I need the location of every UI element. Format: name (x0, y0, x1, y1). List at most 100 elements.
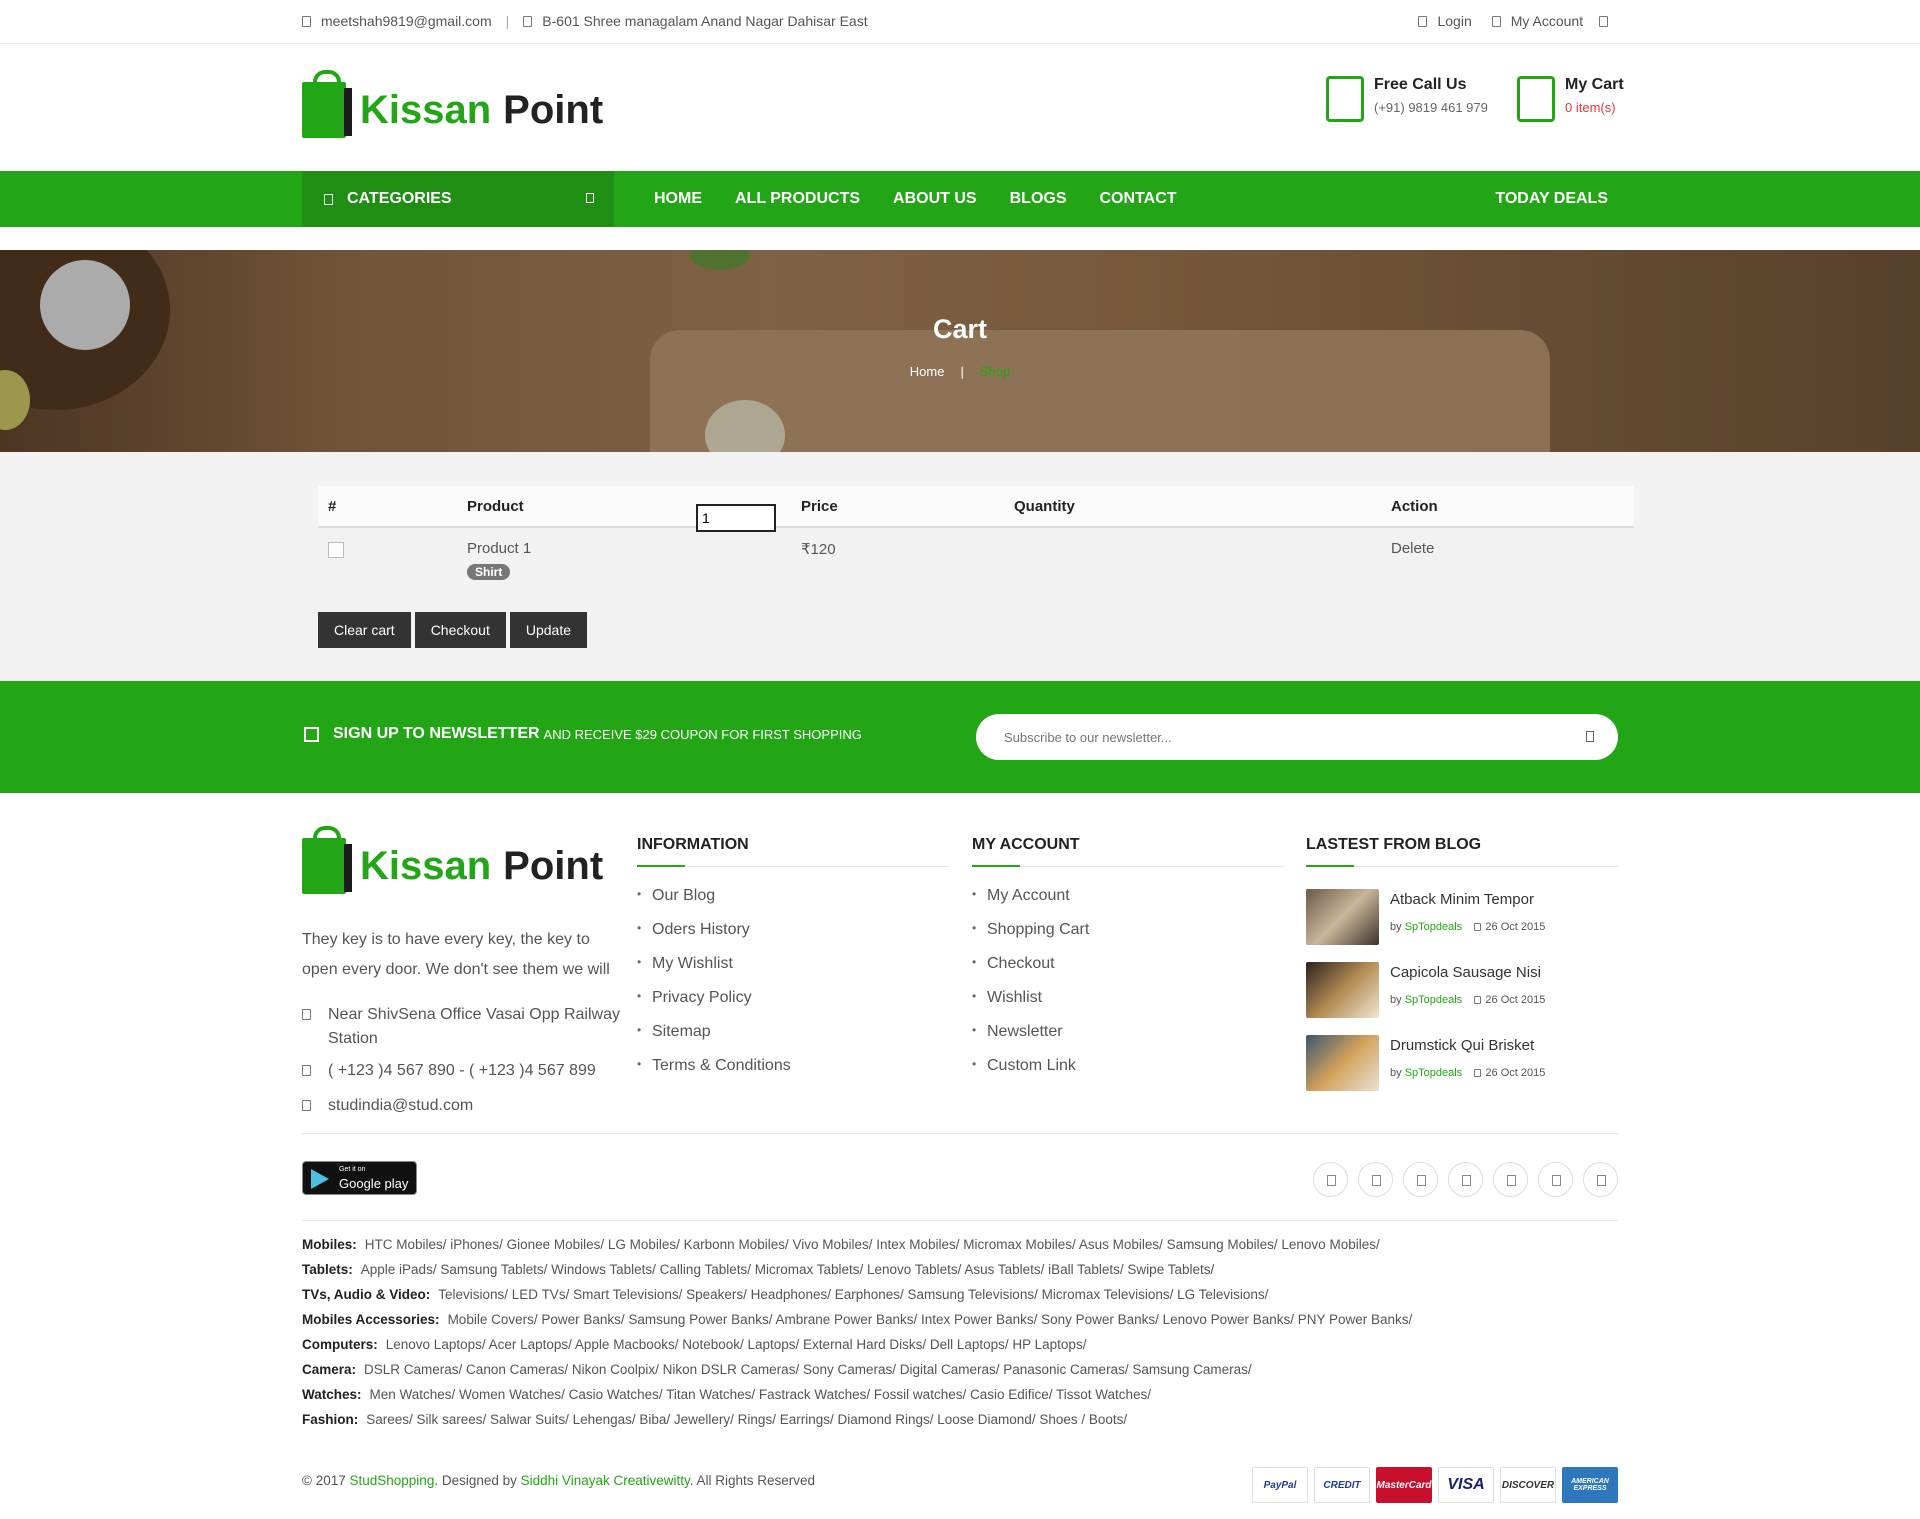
table-row: Product 1 Shirt ₹120 Delete (318, 528, 1634, 608)
phone-icon (302, 1065, 311, 1076)
blog-post[interactable]: Atback Minim Tempor by SpTopdeals 26 Oct… (1306, 889, 1618, 962)
chevron-down-icon (1599, 16, 1608, 27)
category-links: Mobiles: HTC Mobiles/ iPhones/ Gionee Mob… (302, 1237, 1618, 1437)
calendar-icon (1474, 923, 1482, 931)
social-links (1313, 1162, 1618, 1197)
page-banner: Cart Home | Shop (0, 250, 1920, 452)
footer-link-privacy-policy[interactable]: Privacy Policy (637, 989, 949, 1023)
link-row-tvs: TVs, Audio & Video: Televisions/ LED TVs/… (302, 1287, 1269, 1302)
google-play-badge[interactable]: Get it on Google play (302, 1161, 417, 1195)
instagram-icon[interactable] (1538, 1162, 1573, 1197)
divider (302, 1220, 1618, 1221)
footer-information: INFORMATION Our Blog Oders History My Wi… (637, 836, 949, 1091)
link-row-accessories: Mobiles Accessories: Mobile Covers/ Power… (302, 1312, 1413, 1327)
payment-methods: PayPal CREDIT MasterCard VISA DISCOVER A… (1252, 1467, 1618, 1503)
categories-dropdown[interactable]: CATEGORIES (302, 171, 614, 227)
cart-table: # Product Price Quantity Action Product … (318, 486, 1634, 608)
map-marker-icon (523, 16, 533, 27)
mastercard-icon: MasterCard (1376, 1467, 1432, 1503)
email-contact[interactable]: meetshah9819@gmail.com (302, 13, 492, 29)
footer-link-custom-link[interactable]: Custom Link (972, 1057, 1284, 1091)
footer-logo[interactable]: Kissan Point (302, 826, 603, 894)
address-contact: B-601 Shree managalam Anand Nagar Dahisa… (523, 13, 868, 29)
paypal-icon: PayPal (1252, 1467, 1308, 1503)
blog-thumbnail (1306, 1035, 1379, 1091)
newsletter-email-input[interactable] (976, 714, 1618, 760)
free-call-block: Free Call Us (+91) 9819 461 979 (1326, 76, 1488, 122)
envelope-icon (302, 16, 311, 27)
blog-post[interactable]: Drumstick Qui Brisket by SpTopdeals 26 O… (1306, 1035, 1618, 1108)
link-row-camera: Camera: DSLR Cameras/ Canon Cameras/ Niko… (302, 1362, 1252, 1377)
blog-title[interactable]: Capicola Sausage Nisi (1390, 964, 1541, 981)
page-title: Cart (932, 314, 987, 344)
rss-icon[interactable] (1583, 1162, 1618, 1197)
divider (302, 1133, 1618, 1134)
checkout-button[interactable]: Checkout (414, 612, 506, 648)
blog-thumbnail (1306, 962, 1379, 1018)
nav-home[interactable]: HOME (654, 190, 702, 208)
footer-link-orders-history[interactable]: Oders History (637, 921, 949, 955)
mini-cart[interactable]: My Cart 0 item(s) (1517, 76, 1624, 122)
envelope-icon (302, 1100, 311, 1111)
breadcrumb-home[interactable]: Home (910, 364, 945, 379)
blog-title[interactable]: Atback Minim Tempor (1390, 891, 1534, 908)
blog-thumbnail (1306, 889, 1379, 945)
product-tag-badge: Shirt (467, 564, 511, 580)
my-account-heading: MY ACCOUNT (972, 836, 1284, 867)
phone-chat-icon (1326, 76, 1364, 122)
paypal-credit-icon: CREDIT (1314, 1467, 1370, 1503)
amex-icon: AMERICAN EXPRESS (1562, 1467, 1618, 1503)
copyright: © 2017 StudShopping. Designed by Siddhi … (302, 1473, 816, 1488)
nav-blogs[interactable]: BLOGS (1010, 190, 1067, 208)
update-button[interactable]: Update (509, 612, 587, 648)
breadcrumb-current[interactable]: Shop (980, 364, 1010, 379)
play-store-icon (311, 1169, 329, 1189)
newsletter-bar: SIGN UP TO NEWSLETTER AND RECEIVE $29 CO… (0, 681, 1920, 793)
chevron-down-icon (586, 193, 594, 203)
visa-icon: VISA (1438, 1467, 1494, 1503)
send-icon[interactable] (1586, 731, 1594, 742)
delete-link[interactable]: Delete (1391, 540, 1434, 557)
today-deals-link[interactable]: TODAY DEALS (1495, 190, 1608, 208)
nav-about-us[interactable]: ABOUT US (893, 190, 977, 208)
footer-link-shopping-cart[interactable]: Shopping Cart (972, 921, 1284, 955)
cart-section: # Product Price Quantity Action Product … (0, 452, 1920, 681)
quantity-input[interactable] (696, 504, 776, 532)
facebook-icon[interactable] (1313, 1162, 1348, 1197)
blog-title[interactable]: Drumstick Qui Brisket (1390, 1037, 1534, 1054)
footer-link-newsletter[interactable]: Newsletter (972, 1023, 1284, 1057)
twitter-icon[interactable] (1358, 1162, 1393, 1197)
footer-email[interactable]: studindia@stud.com (302, 1097, 620, 1115)
product-price: ₹120 (801, 541, 836, 558)
login-link[interactable]: Login (1418, 13, 1472, 29)
footer-link-my-wishlist[interactable]: My Wishlist (637, 955, 949, 989)
footer-link-our-blog[interactable]: Our Blog (637, 887, 949, 921)
blog-post[interactable]: Capicola Sausage Nisi by SpTopdeals 26 O… (1306, 962, 1618, 1035)
my-account-link[interactable]: My Account (1491, 13, 1618, 29)
footer-link-my-account[interactable]: My Account (972, 887, 1284, 921)
shopping-bag-check-icon (1517, 76, 1555, 122)
pinterest-icon[interactable] (1493, 1162, 1528, 1197)
clear-cart-button[interactable]: Clear cart (318, 612, 411, 648)
footer-phone: ( +123 )4 567 890 - ( +123 )4 567 899 (302, 1062, 620, 1080)
footer-about-text: They key is to have every key, the key t… (302, 931, 610, 978)
information-heading: INFORMATION (637, 836, 949, 867)
product-name[interactable]: Product 1 (467, 540, 531, 557)
link-row-mobiles: Mobiles: HTC Mobiles/ iPhones/ Gionee Mob… (302, 1237, 1380, 1252)
footer-link-terms[interactable]: Terms & Conditions (637, 1057, 949, 1091)
footer-link-sitemap[interactable]: Sitemap (637, 1023, 949, 1057)
footer-link-wishlist[interactable]: Wishlist (972, 989, 1284, 1023)
nav-all-products[interactable]: ALL PRODUCTS (735, 190, 860, 208)
footer-link-checkout[interactable]: Checkout (972, 955, 1284, 989)
calendar-icon (1474, 1069, 1482, 1077)
linkedin-icon[interactable] (1448, 1162, 1483, 1197)
link-row-computers: Computers: Lenovo Laptops/ Acer Laptops/ … (302, 1337, 1087, 1352)
google-plus-icon[interactable] (1403, 1162, 1438, 1197)
main-navigation: CATEGORIES HOME ALL PRODUCTS ABOUT US BL… (0, 171, 1920, 227)
site-logo[interactable]: Kissan Point (302, 70, 603, 138)
nav-contact[interactable]: CONTACT (1100, 190, 1177, 208)
user-icon (1491, 16, 1501, 27)
footer-address: Near ShivSena Office Vasai Opp Railway S… (302, 1003, 620, 1051)
footer-blog: LASTEST FROM BLOG Atback Minim Tempor by… (1306, 836, 1618, 1108)
top-bar: meetshah9819@gmail.com | B-601 Shree man… (0, 0, 1920, 44)
